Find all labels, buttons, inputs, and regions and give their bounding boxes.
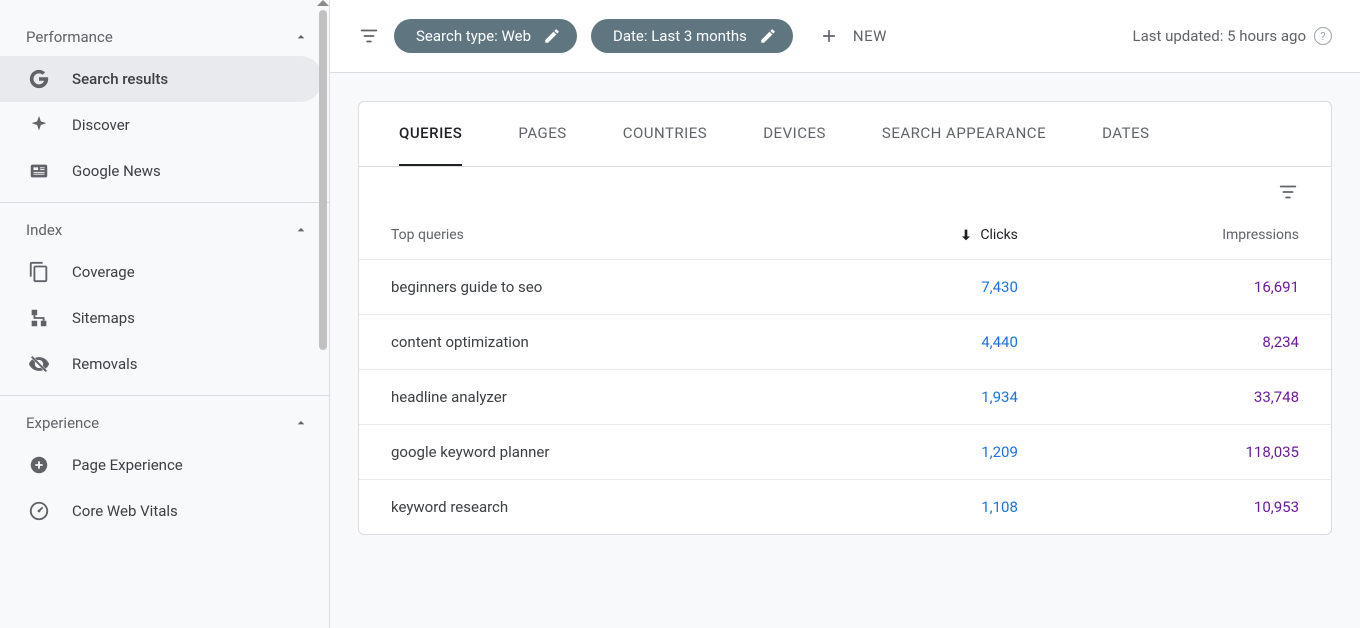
cell-query: headline analyzer [359,370,803,425]
section-label: Performance [26,28,113,46]
divider [0,395,329,396]
queries-card: QUERIES PAGES COUNTRIES DEVICES SEARCH A… [358,101,1332,535]
nav-label: Page Experience [72,456,183,474]
nav-label: Google News [72,162,161,180]
cell-impressions: 16,691 [1050,260,1331,315]
help-icon[interactable]: ? [1314,27,1332,45]
nav-sitemaps[interactable]: Sitemaps [0,295,323,341]
cell-clicks: 1,108 [803,480,1050,535]
toolbar: Search type: Web Date: Last 3 months NEW… [330,0,1360,73]
tab-devices[interactable]: DEVICES [763,102,826,166]
search-type-chip[interactable]: Search type: Web [394,19,577,53]
nav-label: Coverage [72,263,135,281]
col-clicks[interactable]: Clicks [803,211,1050,260]
cell-query: google keyword planner [359,425,803,480]
section-experience[interactable]: Experience [0,404,329,442]
cell-impressions: 33,748 [1050,370,1331,425]
circle-plus-icon [28,454,50,476]
nav-label: Removals [72,355,138,373]
cell-clicks: 4,440 [803,315,1050,370]
plus-icon [819,26,839,46]
sidebar: Performance Search results Discover Goog… [0,0,330,628]
section-index[interactable]: Index [0,211,329,249]
filter-icon[interactable] [358,25,380,47]
new-filter-button[interactable]: NEW [807,18,899,54]
nav-label: Search results [72,70,168,88]
chevron-up-icon [293,415,309,431]
tab-dates[interactable]: DATES [1102,102,1149,166]
pencil-icon [543,27,561,45]
google-icon [28,68,50,90]
section-label: Experience [26,414,99,432]
col-impressions[interactable]: Impressions [1050,211,1331,260]
nav-discover[interactable]: Discover [0,102,323,148]
sitemap-icon [28,307,50,329]
nav-coverage[interactable]: Coverage [0,249,323,295]
nav-label: Discover [72,116,130,134]
scrollbar[interactable] [317,0,329,628]
cell-impressions: 8,234 [1050,315,1331,370]
section-performance[interactable]: Performance [0,18,329,56]
section-label: Index [26,221,62,239]
nav-core-web-vitals[interactable]: Core Web Vitals [0,488,323,534]
chevron-up-icon [293,29,309,45]
queries-table: Top queries Clicks Impressions beginners… [359,211,1331,534]
sort-desc-icon [958,227,974,243]
nav-removals[interactable]: Removals [0,341,323,387]
pencil-icon [759,27,777,45]
table-row[interactable]: keyword research 1,108 10,953 [359,480,1331,535]
table-row[interactable]: beginners guide to seo 7,430 16,691 [359,260,1331,315]
tab-pages[interactable]: PAGES [518,102,566,166]
cell-impressions: 10,953 [1050,480,1331,535]
last-updated: Last updated: 5 hours ago ? [1132,27,1332,45]
nav-page-experience[interactable]: Page Experience [0,442,323,488]
table-row[interactable]: headline analyzer 1,934 33,748 [359,370,1331,425]
nav-label: Core Web Vitals [72,502,178,520]
chevron-up-icon [293,222,309,238]
cell-query: beginners guide to seo [359,260,803,315]
chip-label: Search type: Web [416,27,531,45]
cell-impressions: 118,035 [1050,425,1331,480]
cell-clicks: 1,209 [803,425,1050,480]
main: Search type: Web Date: Last 3 months NEW… [330,0,1360,628]
tab-search-appearance[interactable]: SEARCH APPEARANCE [882,102,1046,166]
vitals-icon [28,500,50,522]
cell-clicks: 7,430 [803,260,1050,315]
nav-google-news[interactable]: Google News [0,148,323,194]
cell-clicks: 1,934 [803,370,1050,425]
chip-label: Date: Last 3 months [613,27,747,45]
new-label: NEW [853,27,887,45]
news-icon [28,160,50,182]
content: QUERIES PAGES COUNTRIES DEVICES SEARCH A… [330,73,1360,628]
date-chip[interactable]: Date: Last 3 months [591,19,793,53]
tab-queries[interactable]: QUERIES [399,102,462,166]
tabs: QUERIES PAGES COUNTRIES DEVICES SEARCH A… [359,102,1331,167]
pages-icon [28,261,50,283]
removal-icon [28,353,50,375]
nav-search-results[interactable]: Search results [0,56,323,102]
cell-query: content optimization [359,315,803,370]
col-query[interactable]: Top queries [359,211,803,260]
table-row[interactable]: content optimization 4,440 8,234 [359,315,1331,370]
table-header-row: Top queries Clicks Impressions [359,211,1331,260]
cell-query: keyword research [359,480,803,535]
tab-countries[interactable]: COUNTRIES [623,102,708,166]
table-row[interactable]: google keyword planner 1,209 118,035 [359,425,1331,480]
nav-label: Sitemaps [72,309,135,327]
sparkle-icon [28,114,50,136]
table-filter-icon[interactable] [1277,181,1299,203]
divider [0,202,329,203]
